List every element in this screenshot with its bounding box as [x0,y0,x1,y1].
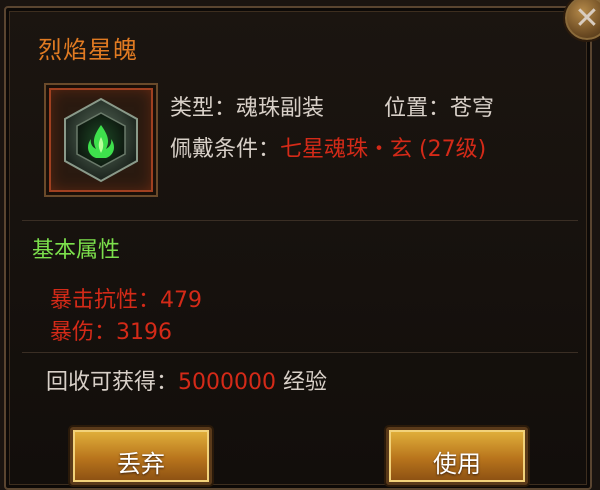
position-label: 位置： [384,96,451,121]
type-value: 魂珠副装 [236,96,325,121]
stat-crit-damage: 暴伤：3196 [50,314,172,346]
attributes-title: 基本属性 [32,238,121,263]
discard-label: 丢弃 [117,450,165,478]
stat-label: 暴伤： [50,320,117,345]
close-icon: ✕ [574,0,600,36]
type-label: 类型： [170,96,237,121]
recycle-amount: 5000000 [178,370,276,395]
recycle-label: 回收可获得： [46,370,179,395]
green-flame-hexagon-gem-icon [64,97,138,183]
discard-button[interactable]: 丢弃 [70,427,212,485]
item-requirement: 佩戴条件：七星魂珠・玄 (27级) [170,131,486,163]
item-icon-frame [44,83,158,197]
stat-label: 暴击抗性： [50,288,161,313]
position-value: 苍穹 [450,96,495,121]
stat-value: 479 [160,288,203,313]
use-button[interactable]: 使用 [386,427,528,485]
requirement-label: 佩戴条件： [170,137,281,162]
recycle-reward: 回收可获得：5000000 经验 [46,364,327,396]
stat-value: 3196 [116,320,173,345]
recycle-unit: 经验 [283,370,328,395]
use-label: 使用 [433,450,481,478]
item-position: 位置：苍穹 [384,90,494,122]
item-title: 烈焰星魄 [38,36,138,64]
stat-crit-resistance: 暴击抗性：479 [50,282,202,314]
item-type: 类型：魂珠副装 [170,90,324,122]
requirement-value: 七星魂珠・玄 (27级) [280,137,487,162]
divider-top [22,220,578,221]
divider-bottom [22,352,578,353]
